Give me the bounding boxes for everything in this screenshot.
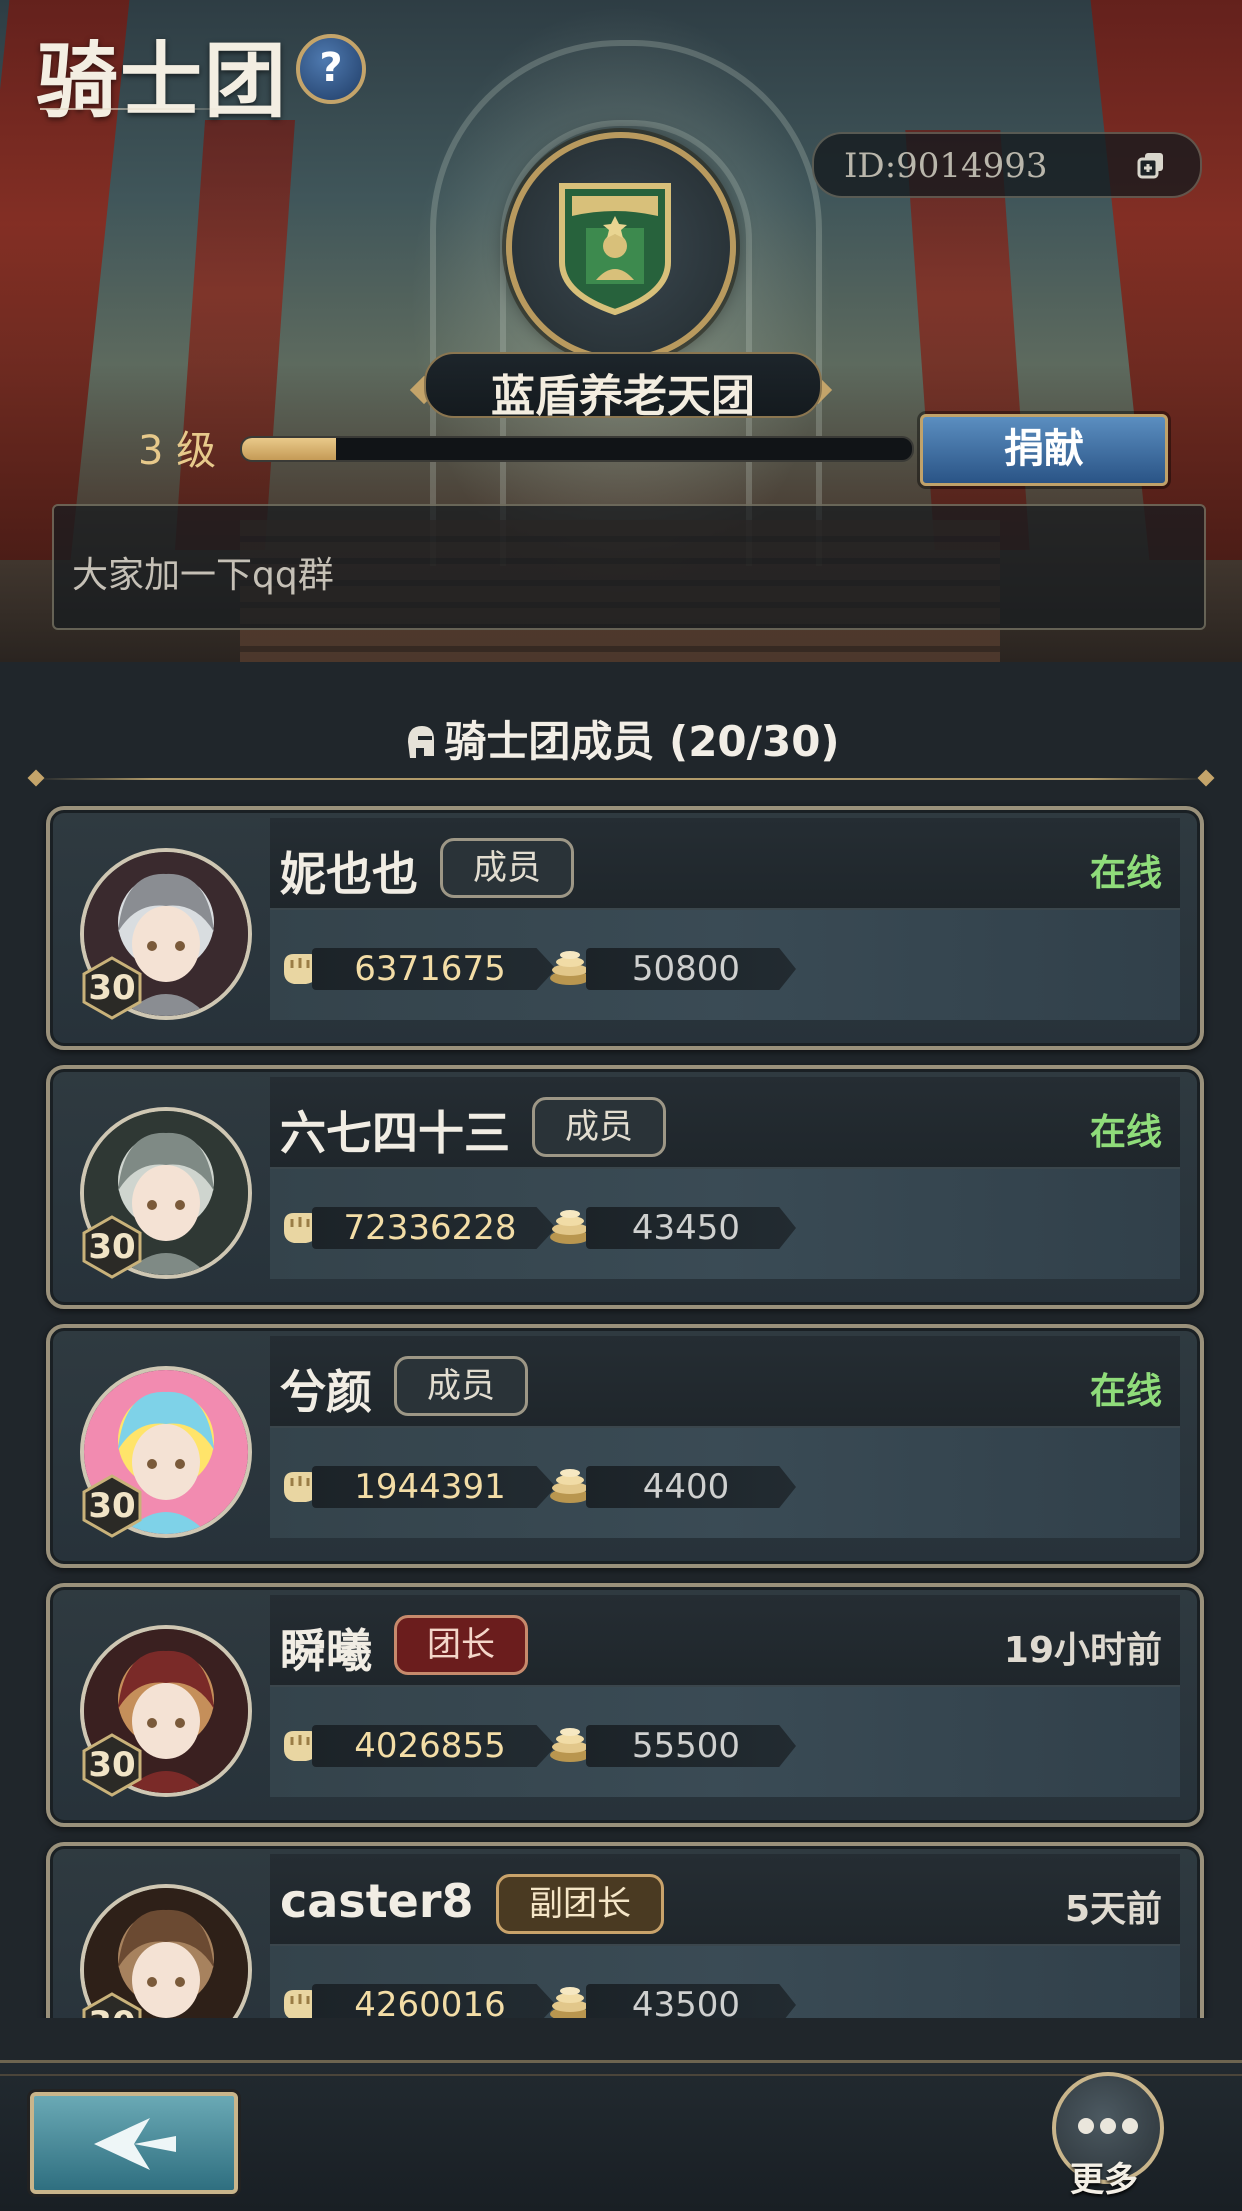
members-title: 骑士团成员 (20/30) [444, 717, 840, 766]
member-name: caster8 [280, 1874, 474, 1928]
guild-id-box: ID:9014993 [812, 132, 1202, 198]
member-name: 兮颜 [280, 1365, 372, 1419]
contribution-value: 50800 [631, 949, 741, 989]
member-card[interactable]: 30 caster8 副团长 5天前 4260016 43500 [46, 1842, 1204, 2018]
role-badge: 成员 [394, 1356, 528, 1416]
page-title: 骑士团 [36, 33, 289, 129]
notice-text: 大家加一下qq群 [72, 555, 334, 596]
role-badge: 成员 [532, 1097, 666, 1157]
divider [36, 778, 1206, 780]
more-label[interactable]: 更多 [1052, 2152, 1156, 2201]
level-badge: 30 [80, 956, 144, 1020]
guild-banner: 骑士团 ? ID:9014993 蓝盾养老天团 3 级 捐献 大家加一下qq群 [0, 0, 1242, 662]
guild-id: ID:9014993 [844, 146, 1048, 186]
background-pillar [174, 120, 296, 550]
role-badge: 团长 [394, 1615, 528, 1675]
level-badge: 30 [80, 1474, 144, 1538]
level-progress-bar [240, 436, 914, 462]
level-number: 30 [88, 1486, 136, 1526]
members-header: 骑士团成员 (20/30) [0, 708, 1242, 769]
power-value: 4260016 [354, 1985, 506, 2018]
role-badge: 成员 [440, 838, 574, 898]
contribution-value: 4400 [642, 1467, 730, 1507]
online-status: 5天前 [1064, 1889, 1162, 1930]
ornament [27, 769, 45, 787]
level-number: 30 [88, 968, 136, 1008]
member-name: 六七四十三 [280, 1106, 510, 1160]
member-card[interactable]: 30 六七四十三 成员 在线 72336228 43450 [46, 1065, 1204, 1309]
member-list[interactable]: 30 妮也也 成员 在线 6371675 50800 30 六七四十三 成员 在… [0, 800, 1242, 2018]
guild-name-plate: 蓝盾养老天团 [424, 352, 822, 422]
online-status: 19小时前 [1003, 1630, 1162, 1671]
guild-name: 蓝盾养老天团 [491, 371, 755, 422]
power-value: 6371675 [354, 949, 506, 989]
guild-notice[interactable]: 大家加一下qq群 [52, 504, 1206, 630]
member-card[interactable]: 30 兮颜 成员 在线 1944391 4400 [46, 1324, 1204, 1568]
online-status: 在线 [1089, 853, 1162, 894]
power-value: 4026855 [354, 1726, 506, 1766]
online-status: 在线 [1089, 1112, 1162, 1153]
copy-icon[interactable] [1136, 150, 1166, 180]
member-card[interactable]: 30 妮也也 成员 在线 6371675 50800 [46, 806, 1204, 1050]
contribution-value: 43500 [631, 1985, 741, 2018]
power-value: 72336228 [343, 1208, 517, 1248]
help-button[interactable]: ? [296, 34, 366, 104]
member-card[interactable]: 30 瞬曦 团长 19小时前 4026855 55500 [46, 1583, 1204, 1827]
power-value: 1944391 [354, 1467, 506, 1507]
level-number: 30 [80, 2004, 144, 2018]
ornament [1197, 769, 1215, 787]
back-button[interactable] [30, 2092, 238, 2194]
donate-button[interactable]: 捐献 [920, 414, 1168, 486]
level-badge: 30 [80, 1992, 144, 2018]
level-badge: 30 [80, 1733, 144, 1797]
divider [0, 2074, 1242, 2076]
contribution-value: 55500 [631, 1726, 741, 1766]
online-status: 在线 [1089, 1371, 1162, 1412]
contribution-value: 43450 [631, 1208, 741, 1248]
member-name: 瞬曦 [280, 1624, 372, 1678]
level-progress-fill [242, 438, 336, 460]
guild-level: 3 级 [138, 428, 217, 474]
back-arrow-icon [94, 2118, 176, 2170]
title-underline [40, 108, 270, 110]
level-number: 30 [88, 1745, 136, 1785]
role-badge: 副团长 [496, 1874, 664, 1934]
shield-emblem-icon [559, 183, 671, 316]
member-name: 妮也也 [280, 847, 418, 901]
level-number: 30 [88, 1227, 136, 1267]
level-badge: 30 [80, 1215, 144, 1279]
more-dots-icon [1078, 2118, 1138, 2134]
helmet-icon [408, 726, 435, 758]
